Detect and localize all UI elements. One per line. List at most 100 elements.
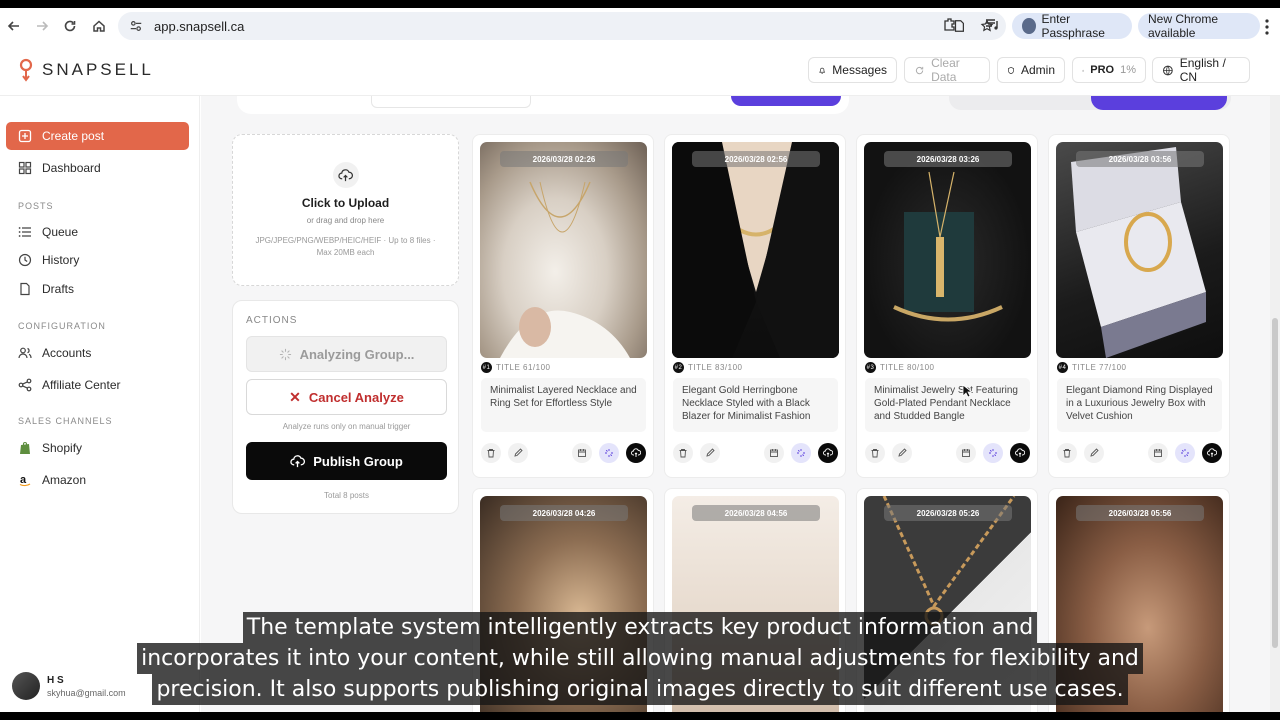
post-timestamp: 2026/03/28 03:26 xyxy=(884,151,1012,167)
shopify-icon xyxy=(18,441,32,455)
pro-percent: 1% xyxy=(1120,64,1136,76)
scrollbar-thumb[interactable] xyxy=(1272,318,1278,648)
extensions-icon[interactable] xyxy=(942,16,960,36)
clear-data-label: Clear Data xyxy=(931,56,960,84)
url-text: app.snapsell.ca xyxy=(154,18,245,34)
sidebar-item-shopify[interactable]: Shopify xyxy=(6,434,189,462)
toolbar-right-button[interactable] xyxy=(1091,96,1227,110)
language-button[interactable]: English / CN xyxy=(1152,56,1250,84)
calendar-icon[interactable] xyxy=(956,443,976,463)
post-title-text[interactable]: Minimalist Layered Necklace and Ring Set… xyxy=(481,378,646,432)
sidebar-item-accounts[interactable]: Accounts xyxy=(6,339,189,367)
post-card[interactable]: 2026/03/28 02:56 #2 TITLE 83/100 Elegant … xyxy=(664,134,846,478)
publish-post-icon[interactable] xyxy=(626,443,646,463)
passphrase-button[interactable]: Enter Passphrase xyxy=(1012,12,1132,40)
forward-icon[interactable] xyxy=(28,12,56,40)
edit-icon[interactable] xyxy=(1084,443,1104,463)
magic-wand-icon[interactable] xyxy=(1175,443,1195,463)
magic-wand-icon[interactable] xyxy=(791,443,811,463)
analyzing-label: Analyzing Group... xyxy=(299,346,415,362)
messages-label: Messages xyxy=(832,63,887,77)
edit-icon[interactable] xyxy=(508,443,528,463)
home-icon[interactable] xyxy=(85,12,113,40)
section-configuration: CONFIGURATION xyxy=(18,321,106,331)
post-timestamp: 2026/03/28 02:56 xyxy=(692,151,820,167)
reload-icon[interactable] xyxy=(56,12,84,40)
trash-icon[interactable] xyxy=(1057,443,1077,463)
post-image[interactable]: 2026/03/28 03:56 xyxy=(1056,142,1223,358)
sidebar-item-dashboard[interactable]: Dashboard xyxy=(6,154,189,182)
globe-icon xyxy=(1163,65,1173,75)
sidebar-item-history[interactable]: History xyxy=(6,246,189,274)
cancel-analyze-button[interactable]: ✕ Cancel Analyze xyxy=(246,379,447,415)
sidebar-item-affiliate-center[interactable]: Affiliate Center xyxy=(6,371,189,399)
bar-chart-icon xyxy=(1082,69,1084,71)
calendar-icon[interactable] xyxy=(764,443,784,463)
trash-icon[interactable] xyxy=(481,443,501,463)
magic-wand-icon[interactable] xyxy=(983,443,1003,463)
post-card[interactable]: 2026/03/28 03:56 #4 TITLE 77/100 Elegant … xyxy=(1048,134,1230,478)
pro-usage-button[interactable]: PRO 1% xyxy=(1072,57,1146,83)
post-title-text[interactable]: Elegant Gold Herringbone Necklace Styled… xyxy=(673,378,838,432)
title-score: TITLE 61/100 xyxy=(496,363,551,372)
clear-data-button[interactable]: Clear Data xyxy=(904,56,990,84)
calendar-icon[interactable] xyxy=(572,443,592,463)
bell-icon xyxy=(819,67,826,74)
chrome-update-button[interactable]: New Chrome available xyxy=(1138,12,1260,40)
admin-button[interactable]: Admin xyxy=(997,57,1065,83)
post-image[interactable]: 2026/03/28 02:26 xyxy=(480,142,647,358)
admin-label: Admin xyxy=(1020,63,1055,77)
sidebar-item-label: Amazon xyxy=(42,473,87,487)
sidebar-item-label: Accounts xyxy=(42,346,92,360)
upload-cloud-icon xyxy=(290,454,306,467)
post-title-text[interactable]: Minimalist Jewelry Set Featuring Gold-Pl… xyxy=(865,378,1030,432)
trash-icon[interactable] xyxy=(673,443,693,463)
edit-icon[interactable] xyxy=(892,443,912,463)
publish-post-icon[interactable] xyxy=(818,443,838,463)
sidebar-item-create-post[interactable]: Create post xyxy=(6,122,189,150)
magic-wand-icon[interactable] xyxy=(599,443,619,463)
sparkle-icon xyxy=(279,348,291,360)
sidebar-item-label: Create post xyxy=(42,129,105,143)
publish-post-icon[interactable] xyxy=(1202,443,1222,463)
toolbar-input[interactable] xyxy=(371,96,531,108)
title-score: TITLE 80/100 xyxy=(880,363,935,372)
total-posts: Total 8 posts xyxy=(324,491,369,500)
profile-avatar-icon xyxy=(1022,18,1036,34)
create-post-icon xyxy=(18,129,32,143)
close-icon: ✕ xyxy=(289,388,301,405)
toolbar-primary-button[interactable] xyxy=(731,96,841,106)
post-image[interactable]: 2026/03/28 03:26 xyxy=(864,142,1031,358)
address-bar[interactable]: app.snapsell.ca xyxy=(118,12,1006,40)
post-timestamp: 2026/03/28 05:56 xyxy=(1076,505,1204,521)
post-image[interactable]: 2026/03/28 02:56 xyxy=(672,142,839,358)
sidebar-item-label: Queue xyxy=(42,225,79,239)
publish-post-icon[interactable] xyxy=(1010,443,1030,463)
post-card[interactable]: 2026/03/28 03:26 #3 TITLE 80/100 Minimali… xyxy=(856,134,1038,478)
chrome-menu-icon[interactable] xyxy=(1264,18,1276,36)
site-settings-icon[interactable] xyxy=(128,18,144,34)
analyzing-button[interactable]: Analyzing Group... xyxy=(246,336,447,372)
sidebar-item-amazon[interactable]: a Amazon xyxy=(6,466,189,494)
media-controls-icon[interactable] xyxy=(984,16,1002,36)
back-icon[interactable] xyxy=(0,12,28,40)
post-card[interactable]: 2026/03/28 02:26 #1 TITLE 61/100 Minimali… xyxy=(472,134,654,478)
logo[interactable]: SNAPSELL xyxy=(18,58,154,82)
dashboard-icon xyxy=(18,161,32,175)
sidebar-item-queue[interactable]: Queue xyxy=(6,218,189,246)
calendar-icon[interactable] xyxy=(1148,443,1168,463)
messages-button[interactable]: Messages xyxy=(808,57,897,83)
upload-dropzone[interactable]: Click to Upload or drag and drop here JP… xyxy=(232,134,459,286)
edit-icon[interactable] xyxy=(700,443,720,463)
sidebar-item-drafts[interactable]: Drafts xyxy=(6,275,189,303)
publish-group-button[interactable]: Publish Group xyxy=(246,442,447,480)
trash-icon[interactable] xyxy=(865,443,885,463)
section-posts: POSTS xyxy=(18,201,54,211)
sidebar-item-label: Dashboard xyxy=(42,161,101,175)
upload-formats: JPG/JPEG/PNG/WEBP/HEIC/HEIF · Up to 8 fi… xyxy=(255,236,436,245)
reset-icon xyxy=(915,66,924,74)
subtitle-line: incorporates it into your content, while… xyxy=(137,643,1143,674)
clock-icon xyxy=(18,253,32,267)
post-timestamp: 2026/03/28 03:56 xyxy=(1076,151,1204,167)
post-title-text[interactable]: Elegant Diamond Ring Displayed in a Luxu… xyxy=(1057,378,1222,432)
